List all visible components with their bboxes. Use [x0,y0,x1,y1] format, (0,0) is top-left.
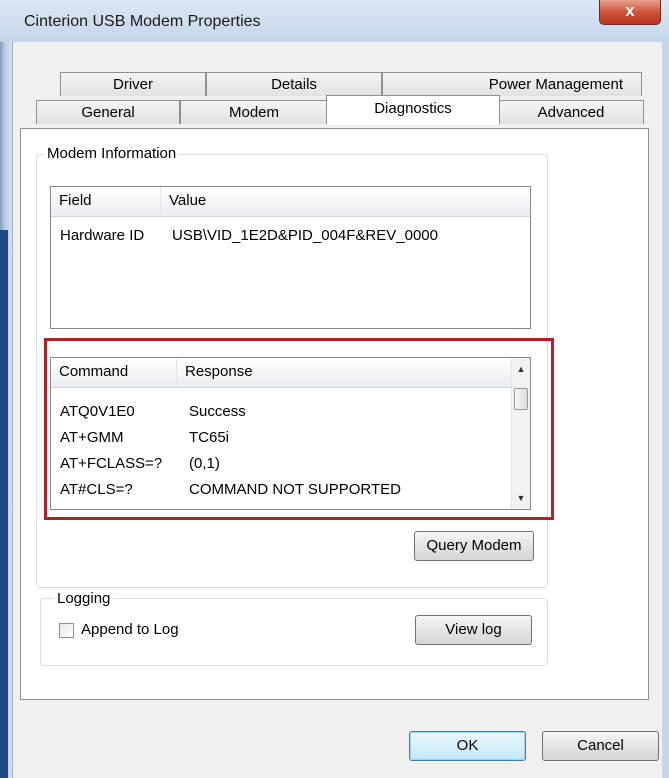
tab-power-management-label: Power Management [488,76,623,93]
tab-details-label: Details [271,76,317,93]
title-bar[interactable]: Cinterion USB Modem Properties x [0,0,669,42]
tab-modem-label: Modem [228,104,280,121]
column-field[interactable]: Field [51,187,161,216]
properties-window: Cinterion USB Modem Properties x Driver … [0,0,669,778]
tab-advanced[interactable]: Advanced [498,100,644,124]
tab-diagnostics-label: Diagnostics [374,100,452,117]
tab-driver[interactable]: Driver [60,72,206,96]
append-to-log-label[interactable]: Append to Log [81,621,179,638]
hardware-id-field: Hardware ID [60,227,145,244]
tab-details[interactable]: Details [206,72,382,96]
background-window-edge [0,0,12,778]
modem-information-title: Modem Information [44,145,180,162]
logging-title: Logging [54,590,114,607]
ok-button[interactable]: OK [409,731,526,761]
query-modem-button[interactable]: Query Modem [414,531,534,561]
column-value[interactable]: Value [161,187,530,216]
tab-diagnostics[interactable]: Diagnostics [326,95,500,125]
close-icon: x [625,1,635,20]
tab-driver-label: Driver [113,76,153,93]
tab-general[interactable]: General [36,100,180,124]
modem-info-header: Field Value [51,187,530,217]
append-to-log-checkbox[interactable] [59,623,74,638]
tab-power-management[interactable]: Power Management [382,72,642,96]
highlight-box [44,338,554,520]
tab-modem[interactable]: Modem [180,100,328,124]
tab-general-label: General [81,104,135,121]
hardware-id-value: USB\VID_1E2D&PID_004F&REV_0000 [172,227,438,244]
tab-advanced-label: Advanced [537,104,605,121]
window-title: Cinterion USB Modem Properties [24,13,261,30]
modem-info-list[interactable]: Field Value Hardware ID USB\VID_1E2D&PID… [50,186,531,329]
close-button[interactable]: x [599,0,661,25]
view-log-button[interactable]: View log [415,615,532,645]
cancel-button[interactable]: Cancel [542,731,659,761]
